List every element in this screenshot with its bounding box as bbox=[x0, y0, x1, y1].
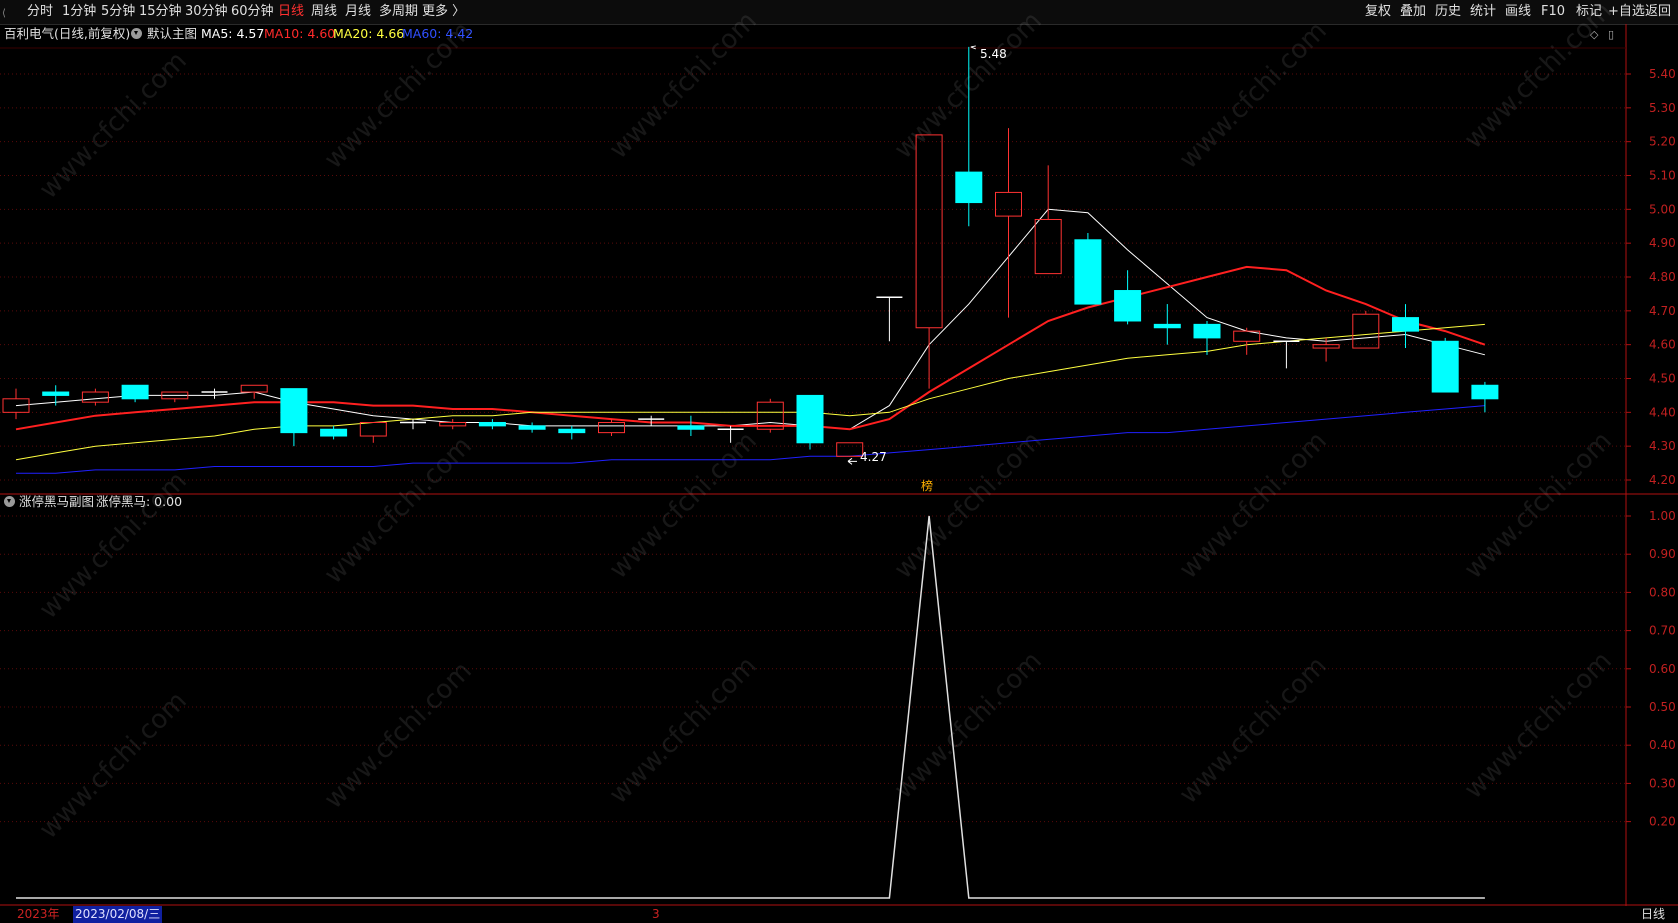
candle-body bbox=[518, 425, 546, 430]
sub-tick-label: 0.40 bbox=[1649, 738, 1676, 752]
candle-body bbox=[836, 442, 864, 457]
price-axis: 5.40 5.30 5.20 5.10 5.00 4.90 4.80 4.70 4.60 4.50… bbox=[1626, 67, 1676, 829]
candles bbox=[2, 46, 1499, 457]
candle-body bbox=[558, 428, 586, 434]
sub-tick-label: 1.00 bbox=[1649, 509, 1676, 523]
sub-tick-label: 0.60 bbox=[1649, 662, 1676, 676]
watermark-text: www.cfchi.com bbox=[604, 651, 763, 810]
candle-body bbox=[995, 191, 1022, 217]
candle-body bbox=[1074, 239, 1102, 305]
main-tick-label: 5.10 bbox=[1649, 169, 1676, 183]
main-tick-label: 5.20 bbox=[1649, 135, 1676, 149]
watermark-text: www.cfchi.com bbox=[889, 426, 1048, 585]
candle-body bbox=[1352, 313, 1380, 349]
main-tick-label: 4.60 bbox=[1649, 338, 1676, 352]
watermark-text: www.cfchi.com bbox=[604, 426, 763, 585]
main-tick-label: 4.40 bbox=[1649, 405, 1676, 419]
watermark-text: www.cfchi.com bbox=[319, 656, 478, 815]
candle-body bbox=[478, 421, 506, 427]
candle-body bbox=[1431, 340, 1459, 393]
rank-badge[interactable]: 榜 bbox=[921, 478, 933, 493]
date-axis-bar: 2023年 2023/02/08/三 3 日线 bbox=[0, 906, 1678, 923]
watermark-text: www.cfchi.com bbox=[1459, 426, 1618, 585]
candle-body bbox=[320, 428, 348, 437]
kline-chart-canvas[interactable]: www.cfchi.com www.cfchi.com www.cfchi.com w… bbox=[0, 0, 1678, 923]
main-tick-label: 4.90 bbox=[1649, 236, 1676, 250]
watermark-text: www.cfchi.com bbox=[34, 466, 193, 625]
candle-body bbox=[1153, 323, 1181, 329]
watermark-text: www.cfchi.com bbox=[34, 46, 193, 205]
watermark-text: www.cfchi.com bbox=[1459, 0, 1618, 155]
high-price-label: 5.48 bbox=[980, 47, 1007, 61]
watermark-text: www.cfchi.com bbox=[319, 16, 478, 175]
main-tick-label: 5.30 bbox=[1649, 101, 1676, 115]
year-label: 2023年 bbox=[17, 907, 60, 921]
candle-body bbox=[1034, 218, 1062, 275]
sub-tick-label: 0.90 bbox=[1649, 547, 1676, 561]
sub-tick-label: 0.30 bbox=[1649, 776, 1676, 790]
watermark-text: www.cfchi.com bbox=[319, 431, 478, 590]
candle-body bbox=[915, 134, 943, 329]
main-tick-label: 4.30 bbox=[1649, 439, 1676, 453]
candle-body bbox=[955, 171, 983, 204]
main-tick-label: 4.80 bbox=[1649, 270, 1676, 284]
watermark-text: www.cfchi.com bbox=[34, 686, 193, 845]
grid-layer bbox=[0, 24, 1678, 906]
candle-body bbox=[240, 384, 268, 393]
sub-tick-label: 0.80 bbox=[1649, 585, 1676, 599]
low-arrow-icon bbox=[847, 457, 857, 465]
candle-body bbox=[598, 421, 625, 434]
candle-body bbox=[280, 388, 308, 434]
candle-body bbox=[677, 425, 705, 430]
low-price-label: 4.27 bbox=[860, 450, 887, 464]
sub-tick-label: 0.70 bbox=[1649, 624, 1676, 638]
watermark-layer: www.cfchi.com www.cfchi.com www.cfchi.com w… bbox=[34, 0, 1618, 845]
watermark-text: www.cfchi.com bbox=[604, 6, 763, 165]
candle-body bbox=[1114, 290, 1142, 322]
main-tick-label: 4.20 bbox=[1649, 473, 1676, 487]
watermark-text: www.cfchi.com bbox=[1174, 651, 1333, 810]
candle-body bbox=[1392, 317, 1419, 332]
period-label[interactable]: 日线 bbox=[1641, 906, 1665, 923]
month-label: 3 bbox=[652, 907, 660, 921]
main-tick-label: 5.40 bbox=[1649, 67, 1676, 81]
watermark-text: www.cfchi.com bbox=[1174, 426, 1333, 585]
candle-body bbox=[81, 391, 109, 403]
main-tick-label: 4.50 bbox=[1649, 372, 1676, 386]
ma5-line bbox=[15, 208, 1486, 430]
candle-body bbox=[1471, 384, 1499, 400]
ma10-line bbox=[15, 265, 1486, 431]
main-tick-label: 5.00 bbox=[1649, 202, 1676, 216]
watermark-text: www.cfchi.com bbox=[1459, 646, 1618, 805]
sub-tick-label: 0.20 bbox=[1649, 815, 1676, 829]
candle-body bbox=[796, 394, 824, 444]
candle-body bbox=[121, 384, 149, 400]
watermark-text: www.cfchi.com bbox=[1174, 16, 1333, 175]
watermark-text: www.cfchi.com bbox=[889, 6, 1048, 165]
candle-body bbox=[1193, 323, 1221, 339]
candle-body bbox=[1312, 344, 1340, 349]
main-tick-label: 4.70 bbox=[1649, 304, 1676, 318]
candle-body bbox=[359, 421, 387, 437]
ma-lines bbox=[15, 208, 1486, 474]
date-cursor-label: 2023/02/08/三 bbox=[73, 906, 163, 923]
sub-tick-label: 0.50 bbox=[1649, 700, 1676, 714]
candle-body bbox=[42, 391, 70, 396]
